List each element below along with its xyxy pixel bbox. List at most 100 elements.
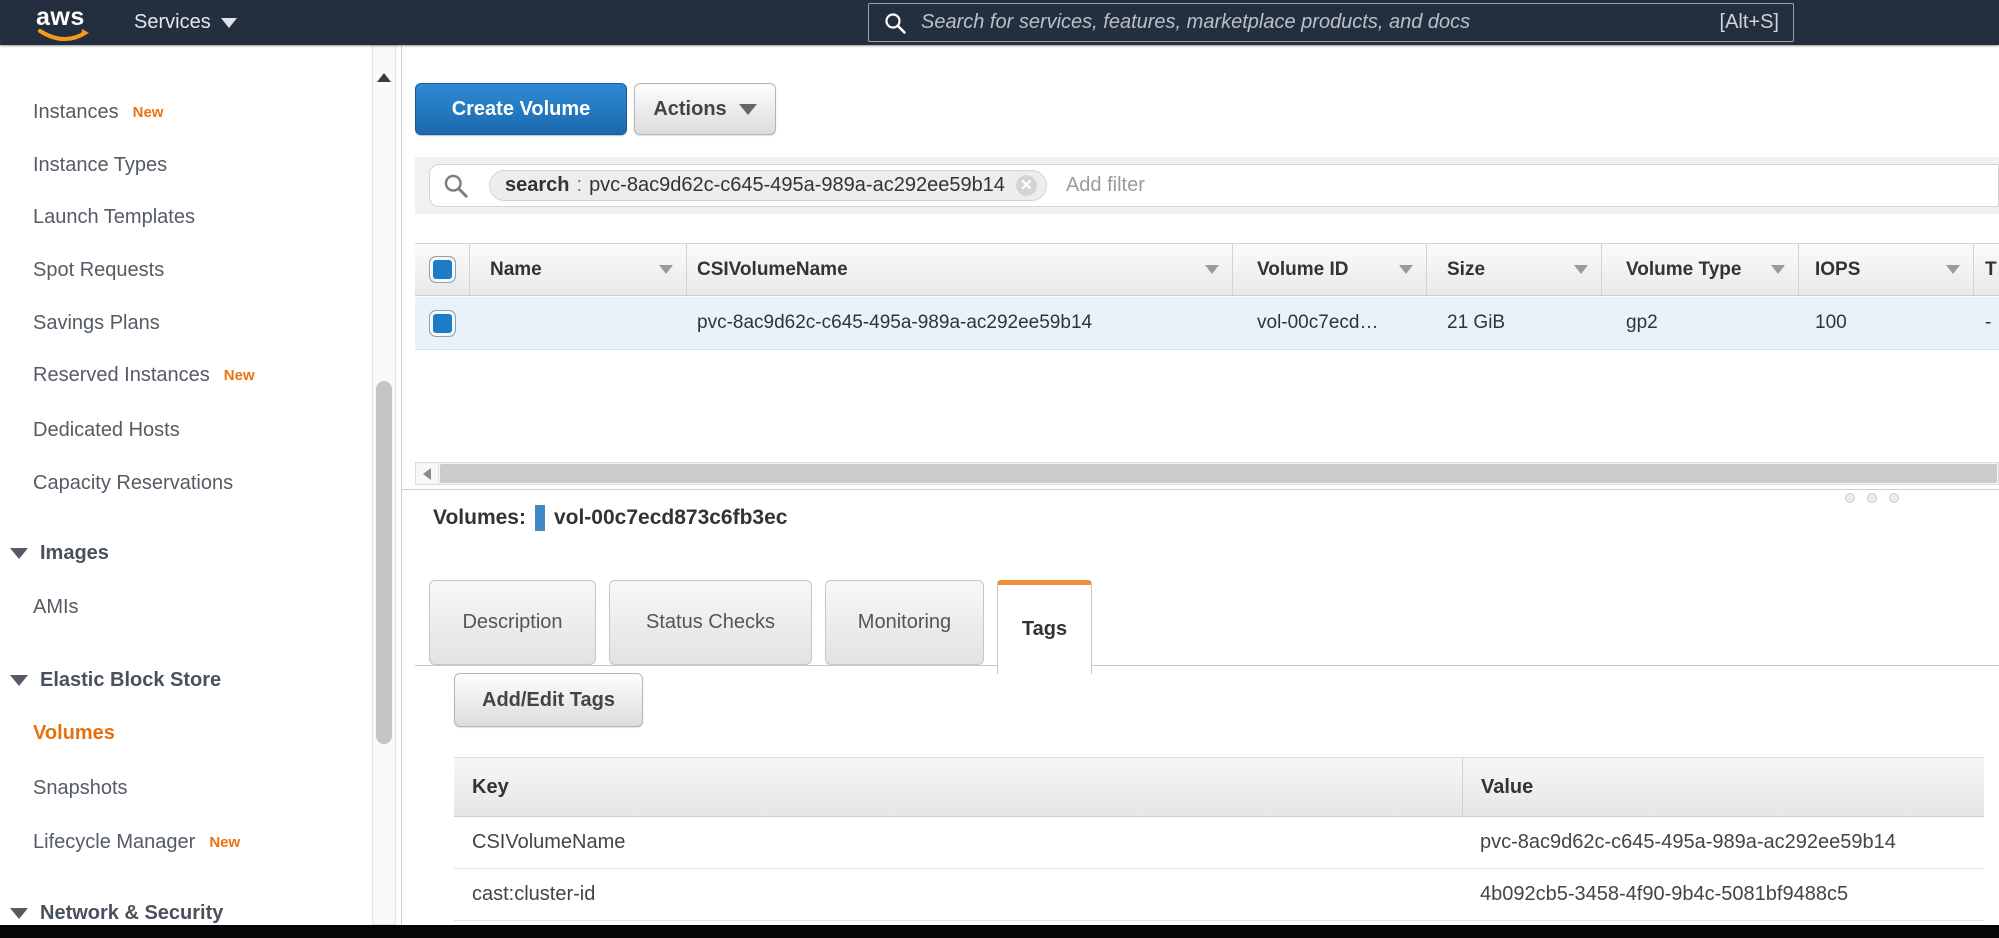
tags-table-row: cast:cluster-id 4b092cb5-3458-4f90-9b4c-… — [454, 869, 1984, 921]
pane-divider — [402, 489, 1999, 490]
sort-icon[interactable] — [1574, 265, 1588, 274]
tags-table-header: Key Value — [454, 757, 1984, 817]
tags-column-value: Value — [1462, 757, 1984, 817]
sidebar-item-savings-plans[interactable]: Savings Plans — [0, 310, 160, 336]
sidebar-item-lifecycle-manager[interactable]: Lifecycle Manager New — [0, 829, 240, 855]
tab-tags[interactable]: Tags — [997, 580, 1092, 674]
sidebar-section-elastic-block-store[interactable]: Elastic Block Store — [0, 667, 221, 693]
sidebar-item-label: Lifecycle Manager — [33, 831, 195, 854]
sort-icon[interactable] — [1771, 265, 1785, 274]
sidebar-item-label: Instances — [33, 101, 119, 124]
horizontal-scrollbar-thumb[interactable] — [440, 464, 1997, 483]
tags-table: Key Value CSIVolumeName pvc-8ac9d62c-c64… — [454, 757, 1984, 921]
scroll-up-icon[interactable] — [377, 73, 391, 82]
sidebar-section-label: Network & Security — [40, 902, 223, 925]
sidebar-item-spot-requests[interactable]: Spot Requests — [0, 257, 164, 283]
sort-icon[interactable] — [1946, 265, 1960, 274]
detail-tabs: Description Status Checks Monitoring Tag… — [429, 580, 1092, 675]
actions-button[interactable]: Actions — [634, 83, 776, 135]
sort-icon[interactable] — [1205, 265, 1219, 274]
aws-logo[interactable]: aws — [36, 4, 94, 42]
row-checkbox[interactable] — [429, 310, 456, 337]
sidebar-item-label: Savings Plans — [33, 312, 160, 335]
column-label: Volume Type — [1602, 259, 1741, 281]
sidebar-item-reserved-instances[interactable]: Reserved Instances New — [0, 362, 255, 388]
sidebar-item-label: Instance Types — [33, 154, 167, 177]
services-label: Services — [134, 11, 211, 34]
filter-tag-separator: : — [577, 174, 583, 197]
header-checkbox-cell — [415, 244, 470, 295]
column-header-name[interactable]: Name — [470, 244, 687, 295]
filter-search-box[interactable]: search : pvc-8ac9d62c-c645-495a-989a-ac2… — [429, 164, 1999, 207]
tags-table-row: CSIVolumeName pvc-8ac9d62c-c645-495a-989… — [454, 817, 1984, 869]
create-volume-button[interactable]: Create Volume — [415, 83, 627, 135]
column-header-volume-id[interactable]: Volume ID — [1233, 244, 1427, 295]
sidebar-item-snapshots[interactable]: Snapshots — [0, 775, 128, 801]
sidebar-item-launch-templates[interactable]: Launch Templates — [0, 204, 195, 230]
filter-strip: search : pvc-8ac9d62c-c645-495a-989a-ac2… — [415, 157, 1999, 214]
pane-resize-handle[interactable] — [1845, 493, 1899, 503]
ec2-sidebar: Instances New Instance Types Launch Temp… — [0, 45, 402, 925]
tag-key: CSIVolumeName — [454, 831, 1462, 854]
global-search-input[interactable] — [919, 10, 1708, 35]
column-label: Volume ID — [1233, 259, 1349, 281]
column-header-iops[interactable]: IOPS — [1799, 244, 1974, 295]
cell-truncated: - — [1974, 297, 1999, 349]
column-label: IOPS — [1799, 259, 1860, 281]
sidebar-item-capacity-reservations[interactable]: Capacity Reservations — [0, 470, 233, 496]
global-search-bar[interactable]: [Alt+S] — [868, 3, 1794, 42]
sidebar-item-label: Launch Templates — [33, 206, 195, 229]
sidebar-scrollbar-thumb[interactable] — [376, 381, 392, 744]
detail-heading: Volumes: vol-00c7ecd873c6fb3ec — [433, 505, 787, 531]
remove-filter-icon[interactable]: ✕ — [1016, 175, 1037, 196]
aws-logo-text: aws — [36, 4, 94, 30]
sidebar-section-label: Elastic Block Store — [40, 669, 221, 692]
row-checkbox-cell — [415, 297, 470, 349]
detail-heading-prefix: Volumes: — [433, 506, 526, 530]
tab-status-checks[interactable]: Status Checks — [609, 580, 812, 665]
cell-volume-type: gp2 — [1602, 297, 1799, 349]
sidebar-item-volumes[interactable]: Volumes — [0, 720, 115, 746]
sidebar-item-label: Dedicated Hosts — [33, 419, 180, 442]
column-label: CSIVolumeName — [687, 259, 848, 281]
filter-tag-value: pvc-8ac9d62c-c645-495a-989a-ac292ee59b14 — [589, 174, 1005, 197]
column-header-volume-type[interactable]: Volume Type — [1602, 244, 1799, 295]
new-badge: New — [209, 834, 240, 851]
sort-icon[interactable] — [659, 265, 673, 274]
horizontal-scrollbar[interactable] — [415, 462, 1999, 485]
sidebar-item-instances[interactable]: Instances New — [0, 99, 163, 125]
actions-label: Actions — [653, 98, 726, 121]
column-header-size[interactable]: Size — [1427, 244, 1602, 295]
sidebar-section-network-security[interactable]: Network & Security — [0, 900, 223, 926]
tab-monitoring[interactable]: Monitoring — [825, 580, 984, 665]
add-filter-placeholder[interactable]: Add filter — [1066, 174, 1145, 197]
column-label: Name — [470, 259, 542, 281]
filter-tag[interactable]: search : pvc-8ac9d62c-c645-495a-989a-ac2… — [489, 170, 1047, 201]
tab-description[interactable]: Description — [429, 580, 596, 665]
section-collapse-icon — [10, 548, 28, 559]
sidebar-item-amis[interactable]: AMIs — [0, 594, 79, 620]
column-header-truncated[interactable]: T — [1974, 244, 1999, 295]
sidebar-scrollbar[interactable] — [372, 45, 396, 925]
sidebar-item-dedicated-hosts[interactable]: Dedicated Hosts — [0, 417, 180, 443]
sidebar-item-label: Capacity Reservations — [33, 472, 233, 495]
sidebar-item-label: Snapshots — [33, 777, 128, 800]
selection-marker — [535, 505, 545, 531]
scroll-left-icon[interactable] — [416, 463, 439, 484]
bottom-bar — [0, 925, 1999, 938]
sidebar-section-images[interactable]: Images — [0, 540, 109, 566]
cell-csivolumename: pvc-8ac9d62c-c645-495a-989a-ac292ee59b14 — [687, 297, 1233, 349]
top-navbar: aws Services [Alt+S] — [0, 0, 1999, 45]
search-icon — [442, 172, 469, 199]
sidebar-item-label: Volumes — [33, 722, 115, 745]
select-all-checkbox[interactable] — [429, 256, 456, 283]
services-menu[interactable]: Services — [126, 0, 245, 45]
sidebar-item-instance-types[interactable]: Instance Types — [0, 152, 167, 178]
column-label: T — [1974, 259, 1997, 281]
sort-icon[interactable] — [1399, 265, 1413, 274]
column-header-csivolumename[interactable]: CSIVolumeName — [687, 244, 1233, 295]
add-edit-tags-button[interactable]: Add/Edit Tags — [454, 673, 643, 727]
volume-table-row[interactable]: pvc-8ac9d62c-c645-495a-989a-ac292ee59b14… — [415, 297, 1999, 350]
sidebar-item-label: Spot Requests — [33, 259, 164, 282]
filter-tag-key: search — [505, 174, 570, 197]
